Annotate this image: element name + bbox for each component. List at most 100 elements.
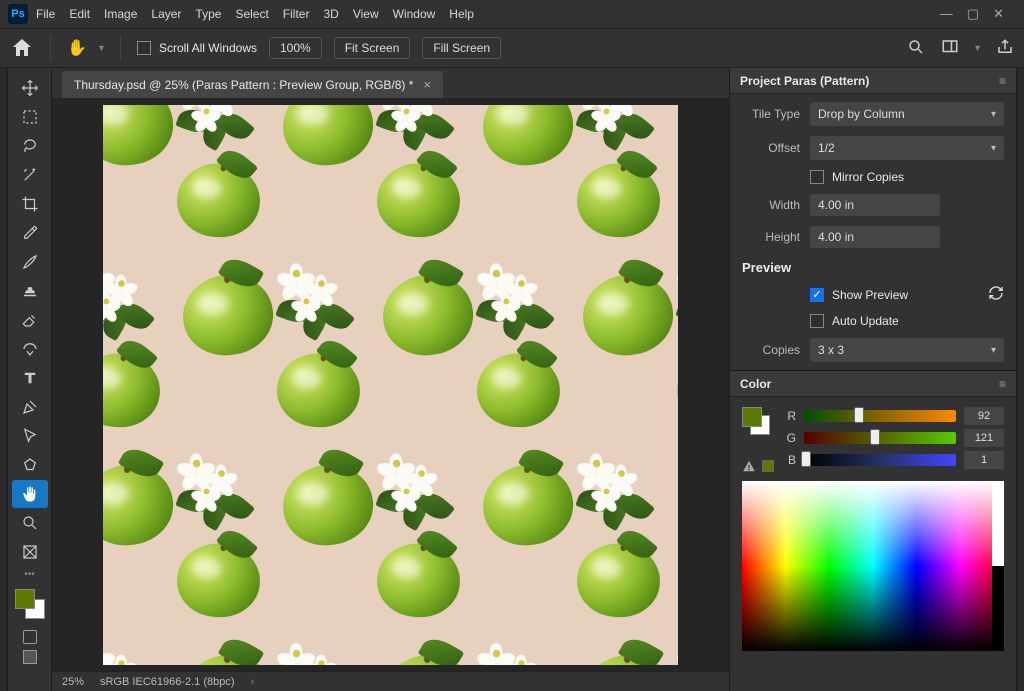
menu-select[interactable]: Select [235, 7, 268, 21]
refresh-icon[interactable] [988, 285, 1004, 304]
tile-type-value: Drop by Column [818, 107, 905, 121]
hand-tool[interactable] [12, 480, 48, 508]
panel-pattern-header[interactable]: Project Paras (Pattern) ≡ [730, 68, 1016, 94]
menu-bar: Ps File Edit Image Layer Type Select Filter 3D V… [0, 0, 1024, 28]
show-preview-checkbox[interactable]: ✓Show Preview [810, 288, 908, 302]
canvas-viewport[interactable] [52, 98, 729, 671]
offset-label: Offset [742, 141, 800, 155]
menu-file[interactable]: File [36, 7, 55, 21]
copies-label: Copies [742, 343, 800, 357]
shape-tool[interactable] [12, 451, 48, 479]
document-tab[interactable]: Thursday.psd @ 25% (Paras Pattern : Prev… [62, 71, 443, 98]
g-value[interactable]: 121 [964, 429, 1004, 447]
zoom-100-button[interactable]: 100% [269, 37, 322, 59]
eraser-tool[interactable] [12, 306, 48, 334]
chevron-down-icon: ▾ [991, 143, 996, 154]
menu-view[interactable]: View [353, 7, 379, 21]
menu-image[interactable]: Image [104, 7, 137, 21]
bw-column[interactable] [992, 481, 1004, 651]
status-zoom[interactable]: 25% [62, 676, 84, 688]
menu-edit[interactable]: Edit [69, 7, 90, 21]
type-tool[interactable] [12, 364, 48, 392]
right-panels: Project Paras (Pattern) ≡ Tile Type Drop… [729, 68, 1016, 691]
menu-type[interactable]: Type [195, 7, 221, 21]
toolbox: ••• [8, 68, 52, 691]
right-collapsed-rail[interactable] [1016, 68, 1024, 691]
zoom-tool[interactable] [12, 509, 48, 537]
search-icon[interactable] [907, 38, 925, 59]
close-button[interactable]: ✕ [993, 6, 1004, 22]
options-bar: ✋ ▾ Scroll All Windows 100% Fit Screen F… [0, 28, 1024, 68]
pen-tool[interactable] [12, 393, 48, 421]
eyedropper-tool[interactable] [12, 219, 48, 247]
crop-tool[interactable] [12, 190, 48, 218]
chevron-down-icon: ▾ [991, 345, 996, 356]
r-label: R [784, 409, 796, 423]
b-value[interactable]: 1 [964, 451, 1004, 469]
menu-layer[interactable]: Layer [151, 7, 181, 21]
maximize-button[interactable]: ▢ [967, 6, 979, 22]
panel-color: Color ≡ [730, 370, 1016, 661]
status-caret-icon[interactable]: › [251, 676, 255, 688]
canvas [103, 105, 678, 665]
minimize-button[interactable]: — [940, 6, 953, 22]
r-value[interactable]: 92 [964, 407, 1004, 425]
clone-stamp-tool[interactable] [12, 277, 48, 305]
gamut-warning-icon[interactable] [742, 459, 756, 473]
brush-tool[interactable] [12, 248, 48, 276]
g-label: G [784, 431, 796, 445]
panel-menu-icon[interactable]: ≡ [999, 74, 1006, 88]
width-label: Width [742, 198, 800, 212]
color-spectrum[interactable] [742, 481, 1004, 651]
panel-color-header[interactable]: Color ≡ [730, 371, 1016, 397]
width-input[interactable] [810, 194, 940, 216]
mirror-copies-label: Mirror Copies [832, 170, 904, 184]
chevron-down-icon: ▾ [991, 109, 996, 120]
document-tab-title: Thursday.psd @ 25% (Paras Pattern : Prev… [74, 78, 413, 92]
offset-select[interactable]: 1/2 ▾ [810, 136, 1004, 160]
color-swatches[interactable] [742, 407, 770, 435]
close-tab-icon[interactable]: × [423, 77, 431, 92]
copies-select[interactable]: 3 x 3 ▾ [810, 338, 1004, 362]
menu-help[interactable]: Help [449, 7, 474, 21]
menu-items: File Edit Image Layer Type Select Filter 3D View… [36, 7, 474, 21]
gradient-tool[interactable] [12, 335, 48, 363]
quick-mask-icon[interactable] [23, 630, 37, 644]
lasso-tool[interactable] [12, 132, 48, 160]
path-selection-tool[interactable] [12, 422, 48, 450]
hand-tool-icon[interactable]: ✋ [67, 38, 87, 58]
screen-mode-icon[interactable] [23, 650, 37, 664]
mirror-copies-checkbox[interactable]: Mirror Copies [810, 170, 904, 184]
status-profile[interactable]: sRGB IEC61966-2.1 (8bpc) [100, 676, 235, 688]
document-area: Thursday.psd @ 25% (Paras Pattern : Prev… [52, 68, 729, 691]
fit-screen-button[interactable]: Fit Screen [334, 37, 411, 59]
auto-update-checkbox[interactable]: Auto Update [810, 314, 899, 328]
tile-type-select[interactable]: Drop by Column ▾ [810, 102, 1004, 126]
fg-color-swatch[interactable] [742, 407, 762, 427]
menu-window[interactable]: Window [393, 7, 436, 21]
main-area: ••• Thursday.psd @ 25% (Paras Pattern : … [0, 68, 1024, 691]
edit-toolbar-button[interactable] [12, 538, 48, 566]
foreground-color-swatch[interactable] [15, 589, 35, 609]
home-icon[interactable] [10, 36, 34, 60]
share-icon[interactable] [996, 38, 1014, 59]
workspace-icon[interactable] [941, 38, 959, 59]
marquee-tool[interactable] [12, 103, 48, 131]
b-slider[interactable] [804, 454, 956, 466]
photoshop-logo: Ps [8, 4, 28, 24]
copies-value: 3 x 3 [818, 343, 844, 357]
panel-menu-icon[interactable]: ≡ [999, 377, 1006, 391]
fill-screen-button[interactable]: Fill Screen [422, 37, 501, 59]
g-slider[interactable] [804, 432, 956, 444]
menu-3d[interactable]: 3D [323, 7, 338, 21]
gamut-swatch[interactable] [762, 460, 774, 472]
height-input[interactable] [810, 226, 940, 248]
left-collapsed-rail[interactable] [0, 68, 8, 691]
magic-wand-tool[interactable] [12, 161, 48, 189]
menu-filter[interactable]: Filter [283, 7, 310, 21]
foreground-background-colors[interactable] [15, 589, 45, 619]
scroll-all-windows-checkbox[interactable]: Scroll All Windows [137, 41, 257, 55]
move-tool[interactable] [12, 74, 48, 102]
r-slider[interactable] [804, 410, 956, 422]
tile-type-label: Tile Type [742, 107, 800, 121]
